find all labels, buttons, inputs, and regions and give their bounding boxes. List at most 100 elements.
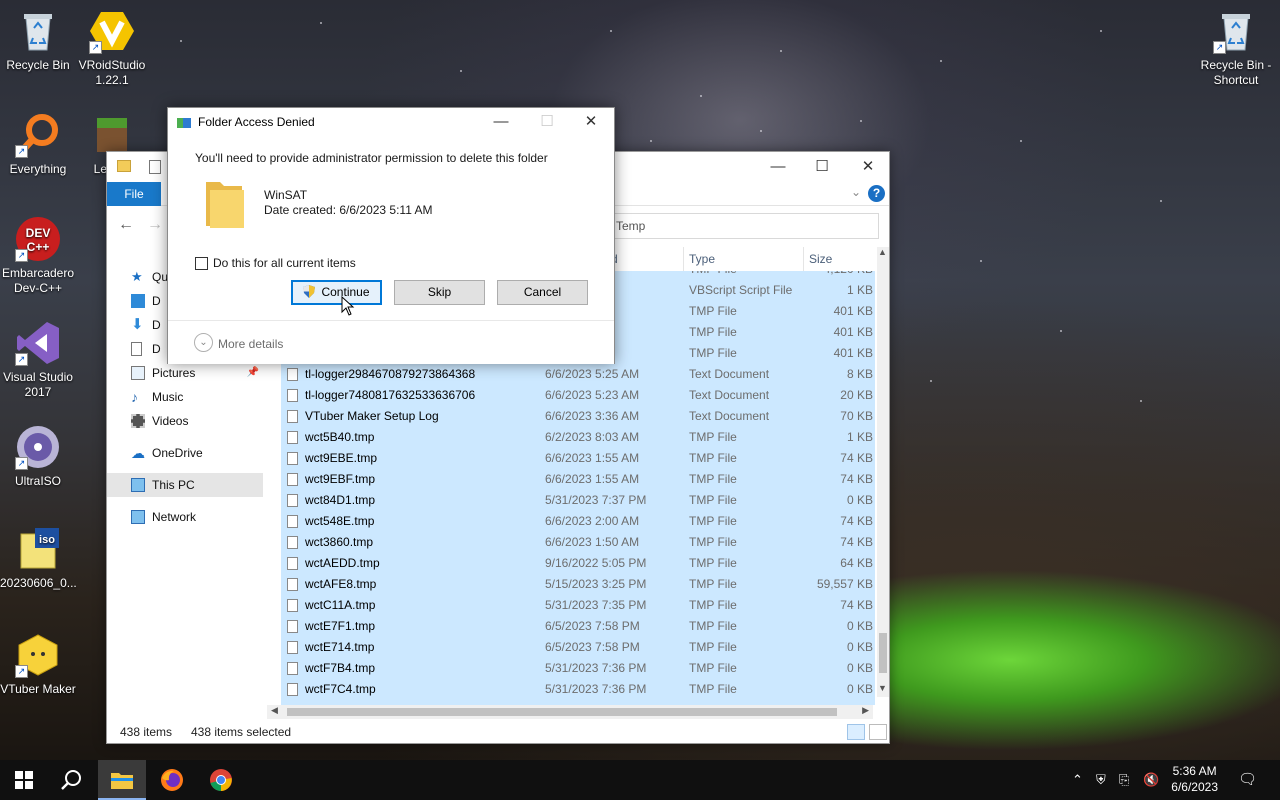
- horizontal-scrollbar[interactable]: ◀ ▶: [267, 705, 873, 719]
- scroll-up-icon[interactable]: ▲: [878, 247, 887, 257]
- file-size: 64 KB: [840, 556, 873, 570]
- pin-icon[interactable]: 📌: [247, 361, 259, 385]
- shortcut-arrow-icon: ↗: [15, 353, 28, 366]
- table-row[interactable]: wctAFE8.tmp 5/15/2023 3:25 PM TMP File 59,5…: [281, 574, 875, 595]
- back-arrow-icon[interactable]: ←: [118, 216, 134, 234]
- table-row[interactable]: wctC11A.tmp 5/31/2023 7:35 PM TMP File 74 K…: [281, 595, 875, 616]
- scroll-left-icon[interactable]: ◀: [271, 705, 278, 716]
- cancel-button[interactable]: Cancel: [497, 280, 588, 305]
- file-icon: [287, 578, 298, 591]
- column-separator[interactable]: [803, 247, 804, 271]
- nav-item-onedrive[interactable]: ☁ OneDrive: [107, 441, 263, 465]
- table-row[interactable]: wct5B40.tmp 6/2/2023 8:03 AM TMP File 1 KB: [281, 427, 875, 448]
- file-date: 5/15/2023 3:25 PM: [545, 577, 647, 591]
- nav-item-network[interactable]: Network: [107, 505, 263, 529]
- volume-muted-icon[interactable]: 🔇: [1143, 772, 1159, 788]
- large-icons-view-icon[interactable]: [869, 724, 887, 740]
- explorer-close-button[interactable]: ✕: [845, 156, 891, 180]
- show-hidden-icons-chevron-icon[interactable]: ⌃: [1072, 772, 1083, 788]
- file-size: 74 KB: [840, 514, 873, 528]
- file-size: 1 KB: [846, 283, 873, 297]
- clock[interactable]: 5:36 AM 6/6/2023: [1171, 763, 1218, 795]
- file-size: 0 KB: [846, 619, 873, 633]
- desktop-icon-vroidstudio[interactable]: ↗ VRoidStudio 1.22.1: [74, 8, 150, 88]
- desktop-icon-recycle-bin-shortcut[interactable]: ↗ Recycle Bin - Shortcut: [1198, 8, 1274, 88]
- folder-access-denied-dialog[interactable]: Folder Access Denied — ☐ ✕ You'll need t…: [167, 107, 615, 364]
- shortcut-arrow-icon: ↗: [15, 457, 28, 470]
- dialog-close-button[interactable]: ✕: [568, 110, 614, 134]
- more-details-toggle[interactable]: More details: [218, 337, 283, 351]
- desktop-icon-visual-studio[interactable]: ↗ Visual Studio 2017: [0, 320, 76, 400]
- taskbar-chrome[interactable]: [197, 760, 245, 800]
- chrome-icon: [210, 769, 232, 791]
- table-row[interactable]: wctF7B4.tmp 5/31/2023 7:36 PM TMP File 0 KB: [281, 658, 875, 679]
- scroll-right-icon[interactable]: ▶: [862, 705, 869, 716]
- table-row[interactable]: wctE714.tmp 6/5/2023 7:58 PM TMP File 0 KB: [281, 637, 875, 658]
- column-header-type[interactable]: Type: [689, 247, 715, 271]
- help-icon[interactable]: ?: [868, 185, 885, 202]
- table-row[interactable]: wct9EBE.tmp 6/6/2023 1:55 AM TMP File 74 KB: [281, 448, 875, 469]
- clock-time: 5:36 AM: [1172, 764, 1217, 778]
- nav-item-pictures[interactable]: Pictures 📌: [107, 361, 263, 385]
- disc-icon: ↗: [15, 424, 61, 470]
- skip-button[interactable]: Skip: [394, 280, 485, 305]
- scrollbar-thumb[interactable]: [287, 708, 837, 716]
- table-row[interactable]: wctAEDD.tmp 9/16/2022 5:05 PM TMP File 64 K…: [281, 553, 875, 574]
- search-button[interactable]: [48, 760, 96, 800]
- nav-label: Pictures: [152, 366, 196, 380]
- security-shield-icon[interactable]: ⛨: [1096, 772, 1106, 788]
- details-view-icon[interactable]: [847, 724, 865, 740]
- desktop-icon-ultraiso[interactable]: ↗ UltraISO: [0, 424, 76, 489]
- file-size: 401 KB: [833, 304, 873, 318]
- recycle-bin-icon: [15, 8, 61, 54]
- continue-button[interactable]: Continue: [291, 280, 382, 305]
- desktop-icon-devcpp[interactable]: DEV C++ ↗ Embarcadero Dev-C++: [0, 216, 76, 296]
- file-date: 6/6/2023 1:50 AM: [545, 535, 640, 549]
- scrollbar-thumb[interactable]: [879, 633, 887, 673]
- apply-to-all-checkbox[interactable]: [195, 257, 208, 270]
- apply-to-all-label[interactable]: Do this for all current items: [213, 256, 356, 270]
- nav-item-this-pc[interactable]: This PC: [107, 473, 263, 497]
- scroll-down-icon[interactable]: ▼: [878, 683, 887, 693]
- chevron-down-icon[interactable]: ⌄: [194, 333, 213, 352]
- explorer-minimize-button[interactable]: —: [755, 156, 801, 180]
- nav-item-videos[interactable]: Videos: [107, 409, 263, 433]
- properties-icon[interactable]: [149, 160, 161, 174]
- taskbar-file-explorer[interactable]: [98, 760, 146, 800]
- vertical-scrollbar[interactable]: ▲ ▼: [877, 247, 889, 697]
- explorer-maximize-button[interactable]: ☐: [799, 156, 845, 180]
- file-date: 6/5/2023 7:58 PM: [545, 640, 640, 654]
- table-row[interactable]: tl-logger2984670879273864368 6/6/2023 5:2…: [281, 364, 875, 385]
- table-row[interactable]: wct9EBF.tmp 6/6/2023 1:55 AM TMP File 74 KB: [281, 469, 875, 490]
- selected-count: 438 items selected: [191, 725, 292, 739]
- network-status-icon[interactable]: ⎘: [1119, 772, 1129, 788]
- start-button[interactable]: [0, 760, 48, 800]
- notifications-icon[interactable]: 🗨: [1238, 770, 1257, 788]
- column-separator[interactable]: [683, 247, 684, 271]
- desktop-icon-recycle-bin[interactable]: Recycle Bin: [0, 8, 76, 73]
- file-tab[interactable]: File: [107, 182, 161, 206]
- iso-file-icon: iso: [15, 526, 61, 572]
- nav-item-music[interactable]: ♪ Music: [107, 385, 263, 409]
- desktop-icon-vtuber-maker[interactable]: ↗ VTuber Maker: [0, 632, 76, 697]
- table-row[interactable]: wct548E.tmp 6/6/2023 2:00 AM TMP File 74 KB: [281, 511, 875, 532]
- desktop-icon-label: Embarcadero Dev-C++: [1, 266, 75, 295]
- file-size: 74 KB: [840, 472, 873, 486]
- address-field[interactable]: Temp: [611, 213, 879, 239]
- file-name: wctF7B4.tmp: [305, 661, 376, 675]
- table-row[interactable]: VTuber Maker Setup Log 6/6/2023 3:36 AM Te…: [281, 406, 875, 427]
- table-row[interactable]: wctE7F1.tmp 6/5/2023 7:58 PM TMP File 0 KB: [281, 616, 875, 637]
- taskbar-firefox[interactable]: [148, 760, 196, 800]
- chevron-down-icon[interactable]: ⌄: [851, 185, 861, 199]
- table-row[interactable]: wctF7C4.tmp 5/31/2023 7:36 PM TMP File 0 KB: [281, 679, 875, 700]
- dialog-minimize-button[interactable]: —: [478, 110, 524, 134]
- desktop-icon-iso-file[interactable]: iso 20230606_0...: [0, 526, 77, 591]
- desktop-icon-everything[interactable]: ↗ Everything: [0, 112, 76, 177]
- file-icon: [287, 683, 298, 696]
- table-row[interactable]: wct84D1.tmp 5/31/2023 7:37 PM TMP File 0 KB: [281, 490, 875, 511]
- forward-arrow-icon[interactable]: →: [147, 216, 163, 234]
- table-row[interactable]: wct3860.tmp 6/6/2023 1:50 AM TMP File 74 KB: [281, 532, 875, 553]
- desktop-icon-label: VTuber Maker: [0, 682, 76, 696]
- table-row[interactable]: tl-logger7480817632533636706 6/6/2023 5:2…: [281, 385, 875, 406]
- column-header-size[interactable]: Size: [809, 247, 832, 271]
